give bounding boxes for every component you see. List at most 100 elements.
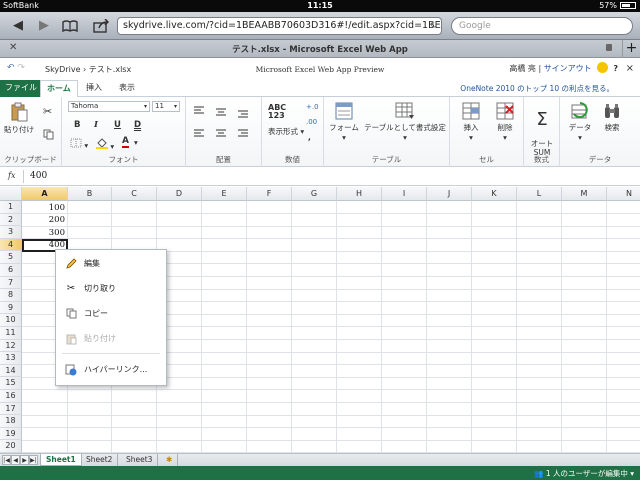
tab-view[interactable]: 表示 xyxy=(113,80,141,97)
formula-input[interactable]: 400 xyxy=(30,171,47,181)
row-header-8[interactable]: 8 xyxy=(0,289,22,302)
cell-a1[interactable]: 100 xyxy=(23,203,67,213)
google-search-field[interactable]: Google xyxy=(451,17,633,35)
bold-button[interactable]: B xyxy=(74,120,80,130)
bookmarks-icon[interactable] xyxy=(61,17,79,35)
tab-insert[interactable]: 挿入 xyxy=(80,80,108,97)
column-header-f[interactable]: F xyxy=(247,187,292,201)
column-header-c[interactable]: C xyxy=(112,187,157,201)
cut-icon[interactable]: ✂ xyxy=(43,105,52,118)
sheet-tab-2[interactable]: Sheet2 xyxy=(81,454,119,466)
row-header-20[interactable]: 20 xyxy=(0,440,22,453)
column-header-k[interactable]: K xyxy=(472,187,517,201)
row-header-12[interactable]: 12 xyxy=(0,339,22,353)
insert-sheet-icon[interactable]: ✱ xyxy=(161,454,179,466)
sheet-tab-1[interactable]: Sheet1 xyxy=(40,454,82,466)
alignment-icons xyxy=(194,106,248,137)
cell-a3[interactable]: 300 xyxy=(23,228,67,238)
font-color-button[interactable]: A xyxy=(122,136,129,148)
sheet-tab-3[interactable]: Sheet3 xyxy=(121,454,159,466)
fill-color-icon[interactable]: ▾ xyxy=(96,137,114,151)
row-header-11[interactable]: 11 xyxy=(0,327,22,340)
row-header-7[interactable]: 7 xyxy=(0,276,22,290)
format-as-table-button[interactable]: テーブルとして書式設定 ▾ xyxy=(364,102,446,142)
row-header-17[interactable]: 17 xyxy=(0,402,22,416)
forward-icon[interactable]: ▶ xyxy=(35,17,53,35)
menu-label-edit: 編集 xyxy=(84,259,100,268)
column-header-e[interactable]: E xyxy=(202,187,247,201)
row-header-13[interactable]: 13 xyxy=(0,352,22,365)
font-size-select[interactable]: 11 ▾ xyxy=(152,101,180,112)
row-header-9[interactable]: 9 xyxy=(0,301,22,315)
signout-link[interactable]: サインアウト xyxy=(544,64,592,73)
first-sheet-icon[interactable]: |◀ xyxy=(2,455,11,465)
find-button[interactable]: 検索 xyxy=(598,102,626,133)
row-header-16[interactable]: 16 xyxy=(0,390,22,403)
row-header-5[interactable]: 5 xyxy=(0,251,22,264)
share-icon[interactable] xyxy=(92,17,110,35)
number-format-sample[interactable]: ABC 123 xyxy=(268,104,286,120)
search-placeholder: Google xyxy=(459,21,491,31)
last-sheet-icon[interactable]: ▶| xyxy=(29,455,38,465)
column-header-l[interactable]: L xyxy=(517,187,562,201)
row-header-6[interactable]: 6 xyxy=(0,264,22,277)
menu-item-copy[interactable]: コピー xyxy=(56,303,166,325)
delete-cells-button[interactable]: 削除 ▾ xyxy=(490,102,520,142)
column-header-a[interactable]: A xyxy=(22,187,68,201)
column-header-j[interactable]: J xyxy=(427,187,472,201)
paste-button[interactable]: 貼り付け xyxy=(4,102,34,135)
editing-users[interactable]: 👥 1 人のユーザーが編集中 ▾ xyxy=(534,468,634,479)
help-button[interactable]: ? xyxy=(613,64,618,73)
decrease-decimal-icon[interactable]: .00 xyxy=(306,118,317,126)
row-header-1[interactable]: 1 xyxy=(0,201,22,214)
prev-sheet-icon[interactable]: ◀ xyxy=(11,455,20,465)
number-format-button[interactable]: 表示形式 ▾ xyxy=(268,126,304,137)
url-field[interactable]: skydrive.live.com/?cid=1BEAABB70603D316#… xyxy=(117,17,442,35)
row-header-2[interactable]: 2 xyxy=(0,213,22,227)
row-gridline xyxy=(22,238,640,240)
cell-a2[interactable]: 200 xyxy=(23,215,67,225)
column-header-n[interactable]: N xyxy=(607,187,640,201)
row-header-15[interactable]: 15 xyxy=(0,377,22,390)
back-icon[interactable]: ◀ xyxy=(9,17,27,35)
borders-icon[interactable]: ▾ xyxy=(70,138,88,150)
row-header-3[interactable]: 3 xyxy=(0,226,22,239)
column-header-b[interactable]: B xyxy=(68,187,112,201)
menu-label-cut: 切り取り xyxy=(84,284,116,293)
tab-file[interactable]: ファイル xyxy=(0,80,42,97)
italic-button[interactable]: I xyxy=(94,120,98,130)
comma-style-icon[interactable]: , xyxy=(308,133,311,142)
insert-cells-button[interactable]: 挿入 ▾ xyxy=(456,102,486,142)
chevron-down-icon[interactable]: ▾ xyxy=(134,138,138,147)
double-underline-button[interactable]: D xyxy=(134,120,141,130)
menu-item-hyperlink[interactable]: ハイパーリンク... xyxy=(56,359,166,381)
font-name-select[interactable]: Tahoma ▾ xyxy=(68,101,150,112)
underline-button[interactable]: U xyxy=(114,120,121,130)
copy-icon[interactable] xyxy=(43,129,54,142)
row-header-14[interactable]: 14 xyxy=(0,364,22,378)
smiley-icon[interactable] xyxy=(597,62,609,73)
column-header-h[interactable]: H xyxy=(337,187,382,201)
onenote-promo-link[interactable]: OneNote 2010 のトップ 10 の利点を見る。 xyxy=(460,83,614,94)
column-header-g[interactable]: G xyxy=(292,187,337,201)
autosum-button[interactable]: Σ オート SUM xyxy=(527,101,557,158)
close-app-button[interactable]: × xyxy=(626,63,634,74)
row-header-18[interactable]: 18 xyxy=(0,415,22,428)
next-sheet-icon[interactable]: ▶ xyxy=(20,455,29,465)
reload-icon[interactable]: ↻ xyxy=(430,18,438,34)
menu-item-cut[interactable]: ✂ 切り取り xyxy=(56,278,166,300)
select-all-corner[interactable] xyxy=(0,187,22,201)
column-header-d[interactable]: D xyxy=(157,187,202,201)
row-header-10[interactable]: 10 xyxy=(0,314,22,327)
form-button[interactable]: フォーム ▾ xyxy=(328,102,360,142)
tab-home[interactable]: ホーム xyxy=(40,80,78,98)
column-header-i[interactable]: I xyxy=(382,187,427,201)
increase-decimal-icon[interactable]: +.0 xyxy=(306,103,319,111)
column-header-m[interactable]: M xyxy=(562,187,607,201)
data-button[interactable]: データ ▾ xyxy=(564,102,596,142)
row-header-19[interactable]: 19 xyxy=(0,427,22,441)
new-tab-button[interactable]: + xyxy=(622,40,640,58)
row-header-4[interactable]: 4 xyxy=(0,238,22,252)
menu-item-edit[interactable]: 編集 xyxy=(56,253,166,275)
font-size-value: 11 xyxy=(155,102,164,110)
